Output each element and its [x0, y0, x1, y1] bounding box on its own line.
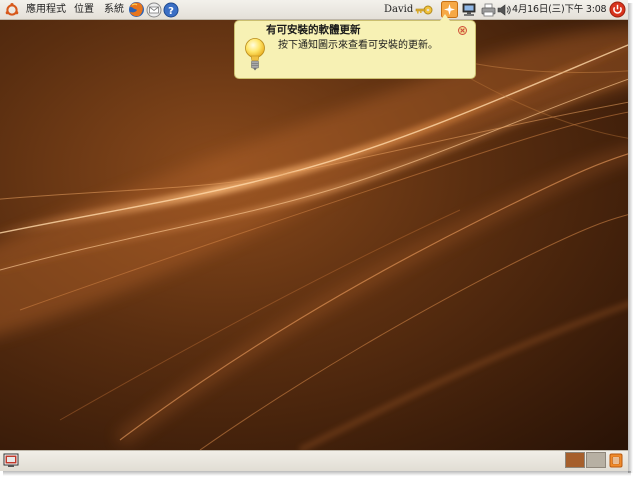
volume-icon[interactable] — [497, 3, 511, 17]
bottom-panel — [0, 450, 628, 471]
window-shadow-bottom — [3, 471, 631, 476]
menu-applications[interactable]: 應用程式 — [26, 3, 66, 17]
printer-icon[interactable] — [481, 3, 496, 17]
svg-text:?: ? — [168, 6, 174, 17]
firefox-icon[interactable] — [128, 1, 145, 18]
desktop-screen: 應用程式 位置 系統 ? David 4月16日(三)下午 3:08 有可安裝的… — [0, 0, 628, 471]
notification-title: 有可安裝的軟體更新 — [266, 24, 361, 36]
window-shadow-right — [628, 3, 633, 473]
help-icon[interactable]: ? — [163, 2, 179, 18]
mail-icon[interactable] — [146, 2, 162, 18]
lightbulb-icon — [245, 38, 265, 71]
close-icon[interactable] — [458, 26, 467, 35]
clock-label[interactable]: 4月16日(三)下午 3:08 — [512, 3, 607, 17]
user-name-label[interactable]: David — [384, 3, 413, 17]
key-icon[interactable] — [414, 3, 434, 17]
desktop-wallpaper — [0, 20, 628, 450]
notification-pointer — [440, 14, 450, 21]
network-icon[interactable] — [461, 2, 477, 18]
workspace-1[interactable] — [565, 452, 585, 468]
notification-body: 按下通知圖示來查看可安裝的更新。 — [278, 40, 438, 51]
workspace-2[interactable] — [586, 452, 606, 468]
menu-places[interactable]: 位置 — [74, 3, 94, 17]
trash-icon[interactable] — [608, 452, 624, 468]
ubuntu-logo-icon[interactable] — [4, 2, 20, 18]
show-desktop-icon[interactable] — [3, 452, 19, 468]
power-icon[interactable] — [609, 1, 626, 18]
menu-system[interactable]: 系統 — [104, 3, 124, 17]
